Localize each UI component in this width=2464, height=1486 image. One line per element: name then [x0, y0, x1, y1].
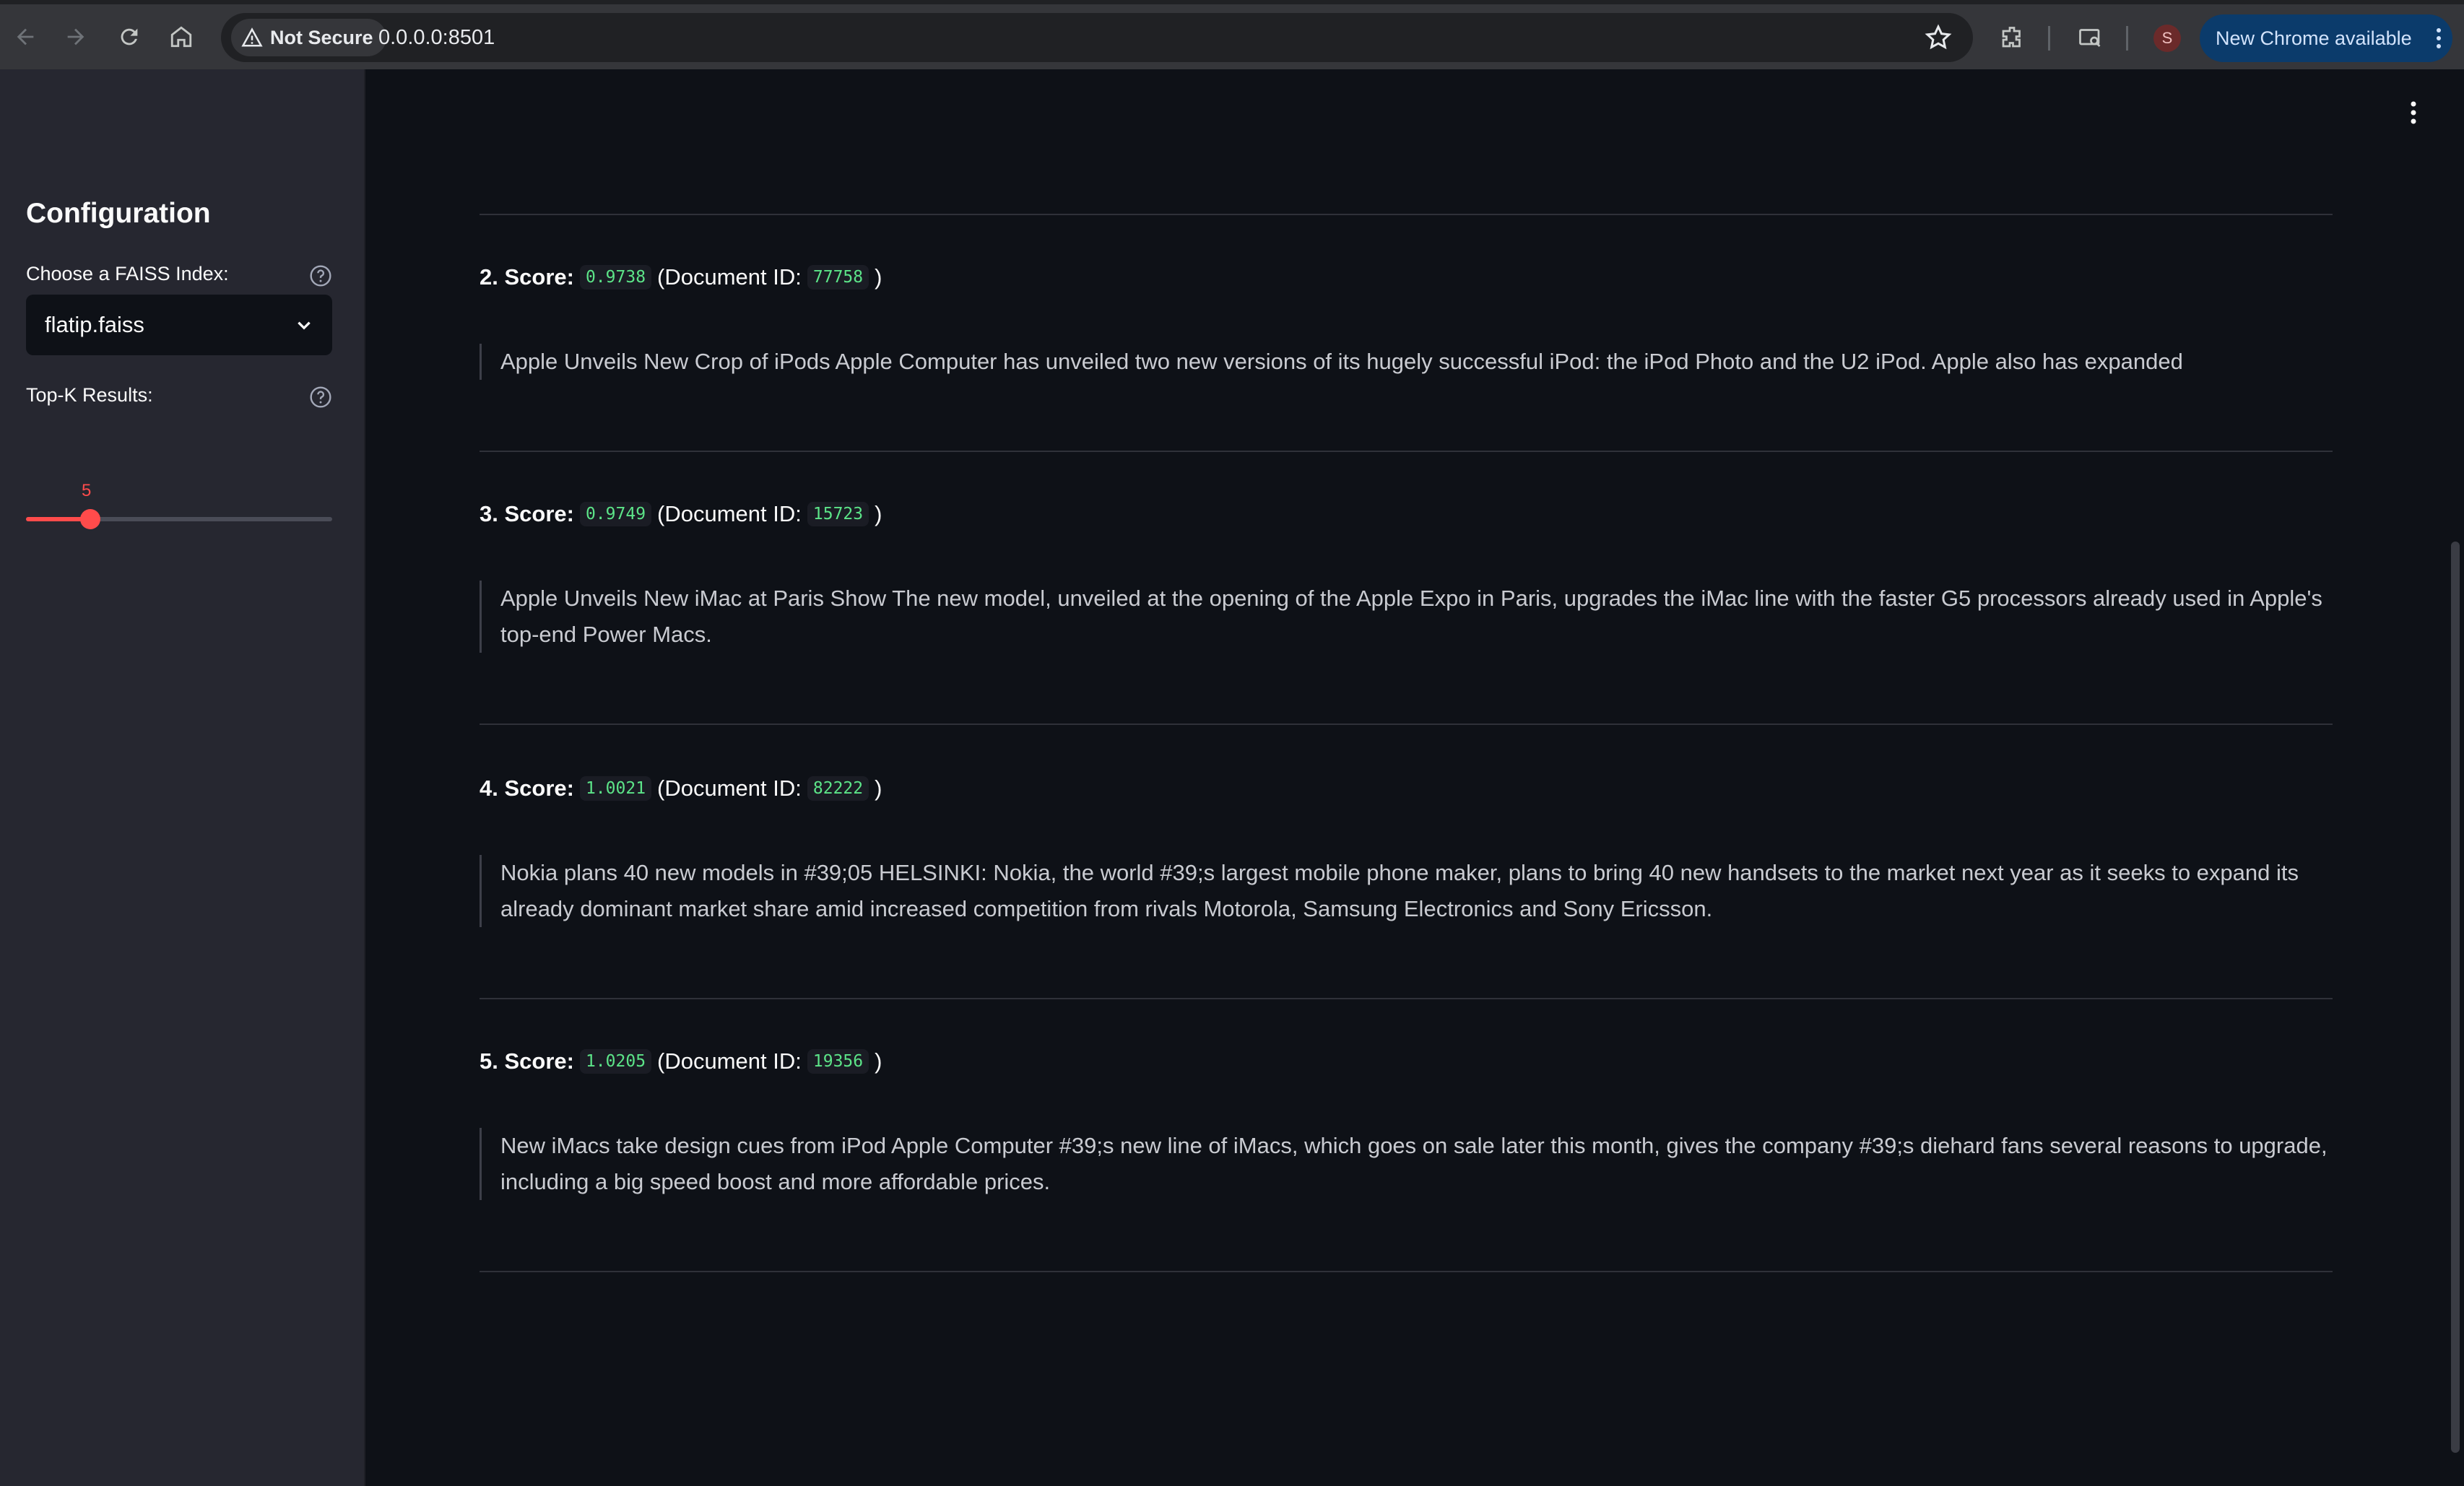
result-header: 4. Score: 1.0021 (Document ID: 82222 ) — [480, 775, 882, 801]
doc-id-value: 19356 — [807, 1049, 869, 1074]
result-text: Apple Unveils New Crop of iPods Apple Co… — [480, 344, 2333, 380]
score-value: 1.0021 — [579, 776, 652, 801]
doc-id-value: 15723 — [807, 502, 869, 526]
doc-id-label: (Document ID: — [657, 775, 802, 801]
doc-id-value: 82222 — [807, 776, 869, 801]
close-paren: ) — [875, 1048, 882, 1074]
app-menu-icon[interactable] — [2409, 100, 2418, 126]
close-paren: ) — [875, 501, 882, 526]
new-chrome-button[interactable]: New Chrome available — [2200, 14, 2452, 62]
extensions-icon[interactable] — [1993, 19, 2031, 56]
warning-icon — [241, 27, 263, 47]
toolbar-divider — [2126, 26, 2128, 51]
doc-id-value: 77758 — [807, 265, 869, 290]
result-text: New iMacs take design cues from iPod App… — [480, 1128, 2333, 1200]
chevron-down-icon — [298, 321, 311, 330]
divider — [480, 1271, 2333, 1272]
divider — [480, 214, 2333, 215]
security-chip[interactable]: Not Secure — [231, 19, 386, 56]
more-vert-icon[interactable] — [2435, 27, 2442, 50]
topk-slider-value: 5 — [82, 481, 92, 500]
help-icon[interactable] — [309, 264, 332, 287]
result-rank-label: 3. Score: — [480, 501, 574, 526]
faiss-index-value: flatip.faiss — [45, 312, 144, 337]
result-rank-label: 5. Score: — [480, 1048, 574, 1074]
score-value: 1.0205 — [579, 1049, 652, 1074]
doc-id-label: (Document ID: — [657, 1048, 802, 1074]
security-label: Not Secure — [270, 26, 373, 48]
doc-id-label: (Document ID: — [657, 501, 802, 526]
result-header: 5. Score: 1.0205 (Document ID: 19356 ) — [480, 1048, 882, 1074]
result-rank-label: 4. Score: — [480, 775, 574, 801]
help-icon[interactable] — [309, 386, 332, 409]
divider — [480, 998, 2333, 999]
url-text[interactable]: 0.0.0.0:8501 — [378, 13, 495, 62]
main-content: 2. Score: 0.9738 (Document ID: 77758 ) A… — [364, 69, 2464, 1486]
slider-thumb[interactable] — [80, 509, 101, 529]
topk-slider[interactable] — [26, 509, 332, 529]
forward-icon[interactable] — [52, 13, 100, 61]
home-icon[interactable] — [157, 13, 205, 61]
browser-toolbar: Not Secure 0.0.0.0:8501 S New Chrome ava… — [0, 0, 2464, 69]
score-value: 0.9738 — [579, 265, 652, 290]
reload-icon[interactable] — [105, 13, 153, 61]
divider — [480, 724, 2333, 725]
sidebar: Configuration Choose a FAISS Index: flat… — [0, 69, 365, 1486]
bookmark-star-icon[interactable] — [1924, 23, 1953, 52]
result-text: Nokia plans 40 new models in #39;05 HELS… — [480, 855, 2333, 927]
address-bar[interactable]: Not Secure 0.0.0.0:8501 — [221, 13, 1973, 62]
result-header: 3. Score: 0.9749 (Document ID: 15723 ) — [480, 501, 882, 527]
index-select-label: Choose a FAISS Index: — [26, 263, 229, 284]
cast-search-icon[interactable] — [2071, 19, 2109, 56]
new-chrome-label: New Chrome available — [2216, 27, 2412, 49]
result-header: 2. Score: 0.9738 (Document ID: 77758 ) — [480, 264, 882, 290]
doc-id-label: (Document ID: — [657, 264, 802, 290]
scrollbar-thumb[interactable] — [2451, 542, 2460, 1453]
result-text: Apple Unveils New iMac at Paris Show The… — [480, 581, 2333, 653]
topk-label: Top-K Results: — [26, 384, 153, 406]
close-paren: ) — [875, 264, 882, 290]
close-paren: ) — [875, 775, 882, 801]
toolbar-divider — [2048, 26, 2050, 51]
faiss-index-select[interactable]: flatip.faiss — [26, 295, 332, 355]
profile-avatar[interactable]: S — [2153, 25, 2181, 52]
back-icon[interactable] — [1, 13, 49, 61]
sidebar-title: Configuration — [26, 198, 211, 229]
divider — [480, 451, 2333, 452]
score-value: 0.9749 — [579, 502, 652, 526]
result-rank-label: 2. Score: — [480, 264, 574, 290]
